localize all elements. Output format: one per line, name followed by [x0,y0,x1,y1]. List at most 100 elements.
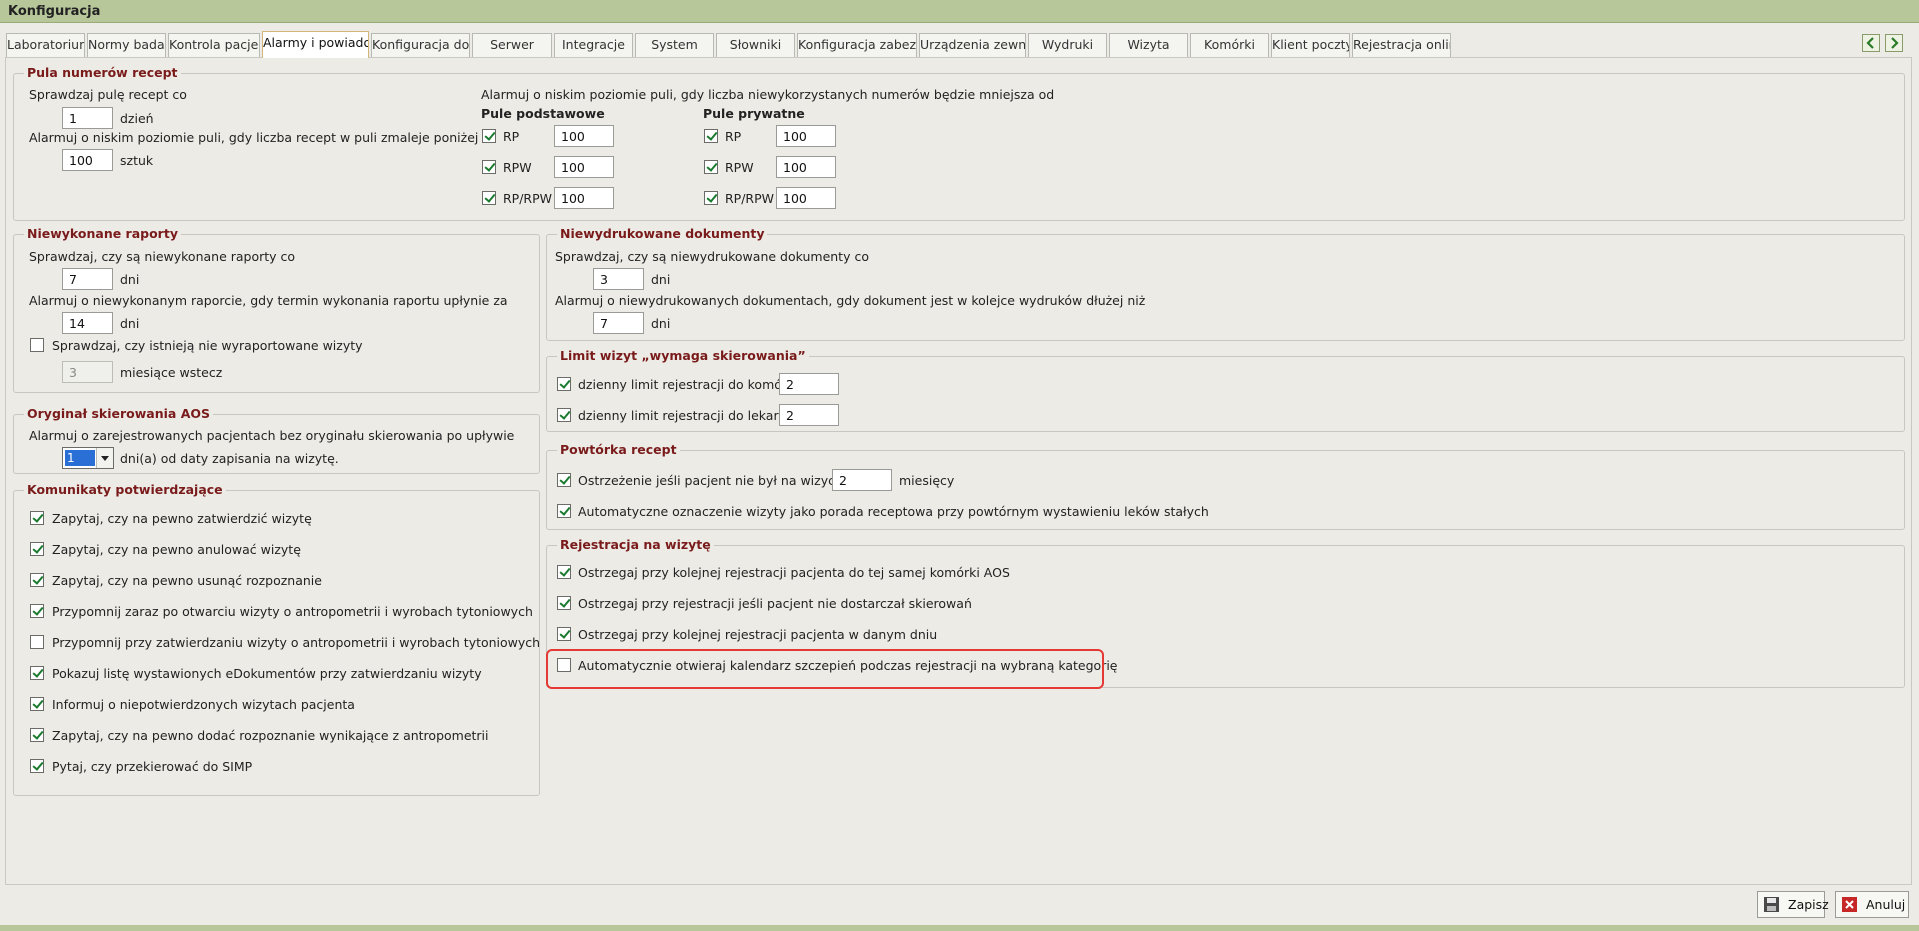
tab-urzadzenia-zewnetrzne[interactable]: Urządzenia zewnętrzne [919,33,1026,57]
check-pool-unit: dzień [120,111,154,126]
chevron-down-icon[interactable] [96,448,113,468]
private-rp-input[interactable] [776,125,836,147]
option-label: Ostrzegaj przy kolejnej rejestracji pacj… [578,565,1010,580]
docs-check-input[interactable] [593,268,644,290]
check-pool-input[interactable] [62,107,113,129]
option-checkbox[interactable] [30,666,44,680]
tab-komorki[interactable]: Komórki [1190,33,1269,57]
original-referral-days-select[interactable]: 1 [62,447,114,469]
limit-doctor-input[interactable] [779,404,839,426]
auto-prescription-checkbox[interactable] [557,504,571,518]
months-back-input[interactable] [62,361,113,383]
tab-konfiguracja-dostepu[interactable]: Konfiguracja dostępu [371,33,470,57]
option-checkbox[interactable] [557,627,571,641]
tab-kontrola-pacjentow[interactable]: Kontrola pacjentów [168,33,260,57]
limit-cell-input[interactable] [779,373,839,395]
basic-rp-checkbox[interactable] [482,129,496,143]
cancel-button-label: Anuluj [1866,897,1906,912]
tab-alarmy[interactable]: Alarmy i powiadomienia [262,31,369,58]
basic-rpw-input[interactable] [554,156,614,178]
tab-serwer[interactable]: Serwer [472,33,552,57]
bottom-border [0,925,1919,931]
tab-integracje[interactable]: Integracje [554,33,633,57]
basic-rp-input[interactable] [554,125,614,147]
original-referral-label: Alarmuj o zarejestrowanych pacjentach be… [29,428,515,443]
basic-rp-rpw-input[interactable] [554,187,614,209]
repeat-warning-input[interactable] [832,469,892,491]
repeat-warning-label: Ostrzeżenie jeśli pacjent nie był na wiz… [578,473,866,488]
repeat-warning-checkbox[interactable] [557,473,571,487]
limit-doctor-label: dzienny limit rejestracji do lekarza [578,408,793,423]
tab-slowniki[interactable]: Słowniki [716,33,795,57]
limit-doctor-checkbox[interactable] [557,408,571,422]
docs-check-label: Sprawdzaj, czy są niewydrukowane dokumen… [555,249,869,264]
option-checkbox[interactable] [30,511,44,525]
tab-scroll-right-button[interactable] [1885,34,1903,52]
alarm-pool-input[interactable] [62,149,113,171]
group-komunikaty: Komunikaty potwierdzające Zapytaj, czy n… [13,482,540,796]
reports-alarm-label: Alarmuj o niewykonanym raporcie, gdy ter… [29,293,508,308]
private-rp-rpw-input[interactable] [776,187,836,209]
close-icon [1842,897,1857,912]
option-checkbox[interactable] [30,635,44,649]
tab-normy-badan[interactable]: Normy badań [87,33,166,57]
basic-rpw-checkbox[interactable] [482,160,496,174]
option-label: Pytaj, czy przekierować do SIMP [52,759,253,774]
tab-scroll-left-button[interactable] [1862,34,1880,52]
group-powtorka-recept: Powtórka recept Ostrzeżenie jeśli pacjen… [546,442,1905,530]
option-checkbox[interactable] [557,596,571,610]
tab-rejestracja-online[interactable]: Rejestracja online [1352,33,1451,57]
save-button[interactable]: Zapisz [1757,891,1829,918]
basic-rpw-label: RPW [503,160,532,175]
option-checkbox[interactable] [30,697,44,711]
private-rp-checkbox[interactable] [704,129,718,143]
unreported-visits-checkbox[interactable] [30,338,44,352]
reports-alarm-input[interactable] [62,312,113,334]
check-pool-label: Sprawdzaj pulę recept co [29,87,187,102]
original-referral-unit: dni(a) od daty zapisania na wizytę. [120,451,339,466]
docs-check-unit: dni [651,272,671,287]
tab-klient-poczty[interactable]: Klient poczty [1271,33,1350,57]
private-rp-label: RP [725,129,742,144]
repeat-warning-unit: miesięcy [899,473,955,488]
group-legend: Rejestracja na wizytę [557,537,714,552]
tab-konfiguracja-zabezpieczen[interactable]: Konfiguracja zabezpieczeń [797,33,917,57]
group-limit-wizyt: Limit wizyt „wymaga skierowania” dzienny… [546,348,1905,432]
basic-rp-label: RP [503,129,520,144]
option-label: Ostrzegaj przy kolejnej rejestracji pacj… [578,627,938,642]
alarm-pool-label: Alarmuj o niskim poziomie puli, gdy licz… [29,130,479,145]
tab-laboratorium[interactable]: Laboratorium [6,33,85,57]
option-checkbox[interactable] [30,542,44,556]
group-legend: Komunikaty potwierdzające [24,482,226,497]
group-legend: Powtórka recept [557,442,680,457]
option-checkbox[interactable] [30,728,44,742]
original-referral-days-value: 1 [65,450,95,466]
limit-cell-checkbox[interactable] [557,377,571,391]
highlight-box [546,649,1104,689]
basic-rp-rpw-checkbox[interactable] [482,191,496,205]
group-niewykonane-raporty: Niewykonane raporty Sprawdzaj, czy są ni… [13,226,540,393]
private-rpw-input[interactable] [776,156,836,178]
title-bar: Konfiguracja [0,0,1919,23]
save-button-label: Zapisz [1788,897,1829,912]
auto-prescription-label: Automatyczne oznaczenie wizyty jako pora… [578,504,1209,519]
option-checkbox[interactable] [30,759,44,773]
group-legend: Niewykonane raporty [24,226,181,241]
docs-alarm-input[interactable] [593,312,644,334]
cancel-button[interactable]: Anuluj [1835,891,1909,918]
option-label: Zapytaj, czy na pewno usunąć rozpoznanie [52,573,322,588]
reports-check-input[interactable] [62,268,113,290]
private-rpw-checkbox[interactable] [704,160,718,174]
option-checkbox[interactable] [557,565,571,579]
tab-system[interactable]: System [635,33,714,57]
private-rp-rpw-label: RP/RPW [725,191,775,206]
pool-threshold-label: Alarmuj o niskim poziomie puli, gdy licz… [481,87,1055,102]
tab-wizyta[interactable]: Wizyta [1109,33,1188,57]
reports-check-unit: dni [120,272,140,287]
limit-cell-label: dzienny limit rejestracji do komórki [578,377,798,392]
option-checkbox[interactable] [30,573,44,587]
tab-wydruki[interactable]: Wydruki [1028,33,1107,57]
private-rp-rpw-checkbox[interactable] [704,191,718,205]
option-checkbox[interactable] [30,604,44,618]
reports-alarm-unit: dni [120,316,140,331]
